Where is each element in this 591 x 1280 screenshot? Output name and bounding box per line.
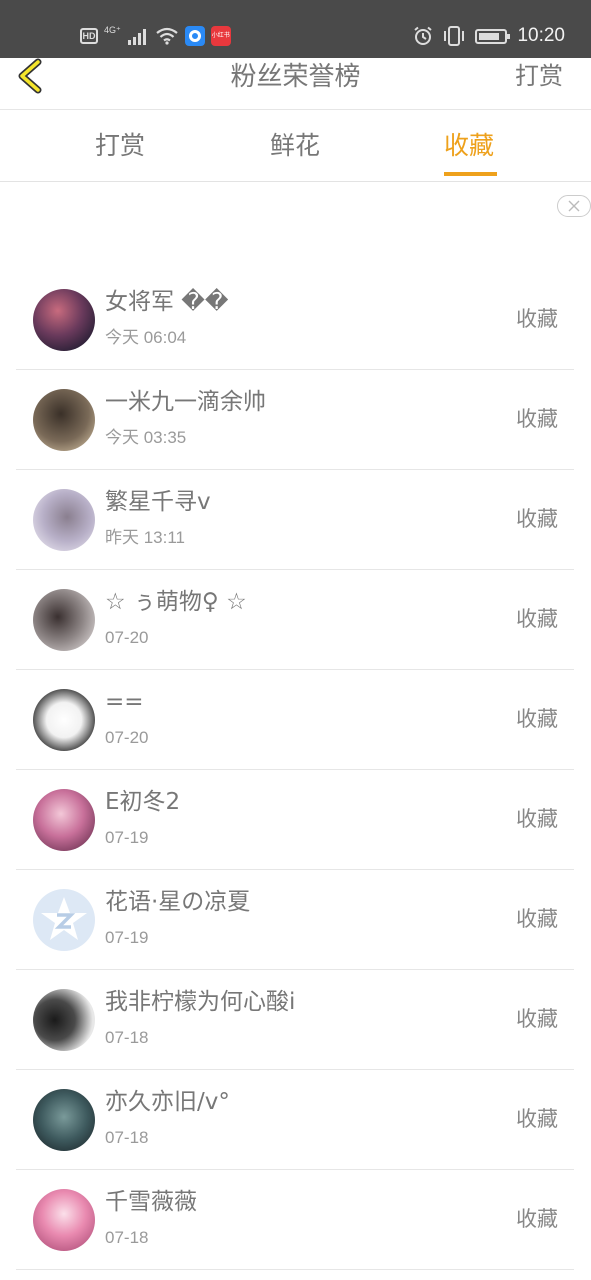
timestamp: 今天 06:04 — [105, 328, 187, 347]
status-bar-left: HD 4G⁺ 小红书 — [80, 22, 231, 50]
clock: 10:20 — [517, 25, 565, 46]
signal-icon — [127, 29, 146, 45]
list-item[interactable]: == 07-20 收藏 — [16, 670, 574, 770]
user-name: 繁星千寻v — [105, 489, 211, 515]
avatar[interactable] — [33, 989, 95, 1051]
alarm-icon — [414, 26, 433, 45]
list-item[interactable]: 一米九一滴余帅 今天 03:35 收藏 — [16, 370, 574, 470]
network-type: 4G⁺ — [104, 24, 121, 35]
avatar[interactable] — [33, 889, 95, 951]
action-label: 收藏 — [516, 1207, 558, 1231]
default-avatar-icon — [41, 897, 87, 940]
user-name: 千雪薇薇 — [105, 1189, 197, 1215]
tab-reward[interactable]: 打赏 — [95, 128, 145, 164]
close-ad-button[interactable] — [557, 195, 591, 217]
action-label: 收藏 — [516, 807, 558, 831]
user-name: E初冬2 — [105, 789, 181, 815]
avatar[interactable] — [33, 289, 95, 351]
action-label: 收藏 — [516, 907, 558, 931]
avatar[interactable] — [33, 1189, 95, 1251]
battery-icon — [475, 28, 511, 44]
wifi-icon — [156, 27, 178, 45]
list-item[interactable]: 我非柠檬为何心酸i 07-18 收藏 — [16, 970, 574, 1070]
list-item[interactable]: E初冬2 07-19 收藏 — [16, 770, 574, 870]
action-label: 收藏 — [516, 307, 558, 331]
xiaohongshu-icon: 小红书 — [210, 26, 231, 46]
timestamp: 今天 03:35 — [105, 428, 187, 447]
list-item[interactable]: 千雪薇薇 07-18 收藏 — [16, 1170, 574, 1270]
avatar[interactable] — [33, 789, 95, 851]
user-name: 亦久亦旧/v° — [105, 1089, 230, 1115]
hd-icon: HD — [80, 28, 98, 44]
timestamp: 07-20 — [105, 628, 149, 647]
timestamp: 07-18 — [105, 1028, 149, 1047]
user-name: == — [105, 689, 144, 715]
user-name: 我非柠檬为何心酸i — [105, 989, 296, 1015]
action-label: 收藏 — [516, 707, 558, 731]
timestamp: 07-19 — [105, 828, 149, 847]
active-tab-indicator — [444, 172, 497, 176]
tab-favorites[interactable]: 收藏 — [444, 128, 494, 164]
user-name: 花语·星の凉夏 — [105, 889, 251, 915]
app-notification-icon — [184, 26, 205, 46]
page-title: 粉丝荣誉榜 — [230, 62, 361, 92]
close-icon — [568, 200, 580, 212]
action-label: 收藏 — [516, 607, 558, 631]
timestamp: 07-20 — [105, 728, 149, 747]
avatar[interactable] — [33, 389, 95, 451]
avatar[interactable] — [33, 489, 95, 551]
app-header: 粉丝荣誉榜 打赏 — [0, 58, 591, 110]
status-bar-right: 10:20 — [413, 22, 565, 50]
avatar[interactable] — [33, 1089, 95, 1151]
list-item[interactable]: 花语·星の凉夏 07-19 收藏 — [16, 870, 574, 970]
timestamp: 07-18 — [105, 1228, 149, 1247]
user-name: 女将军 �� — [105, 289, 229, 315]
user-name: 一米九一滴余帅 — [105, 389, 266, 415]
action-label: 收藏 — [516, 1007, 558, 1031]
avatar[interactable] — [33, 589, 95, 651]
list-item[interactable]: 亦久亦旧/v° 07-18 收藏 — [16, 1070, 574, 1170]
action-label: 收藏 — [516, 1107, 558, 1131]
timestamp: 昨天 13:11 — [105, 528, 186, 547]
timestamp: 07-19 — [105, 928, 149, 947]
list-item[interactable]: 繁星千寻v 昨天 13:11 收藏 — [16, 470, 574, 570]
tab-flowers[interactable]: 鲜花 — [270, 128, 320, 164]
user-name: ☆ ぅ萌物♀ ☆ — [105, 589, 247, 615]
tab-bar: 打赏 鲜花 收藏 — [0, 110, 591, 182]
vibrate-icon — [444, 26, 465, 46]
list-item[interactable]: ☆ ぅ萌物♀ ☆ 07-20 收藏 — [16, 570, 574, 670]
reward-button[interactable]: 打赏 — [515, 58, 563, 94]
status-bar: HD 4G⁺ 小红书 10:20 — [0, 0, 591, 58]
fan-list: 女将军 �� 今天 06:04 收藏 一米九一滴余帅 今天 03:35 收藏 繁… — [16, 270, 574, 1270]
avatar[interactable] — [33, 689, 95, 751]
list-item[interactable]: 女将军 �� 今天 06:04 收藏 — [16, 270, 574, 370]
action-label: 收藏 — [516, 407, 558, 431]
action-label: 收藏 — [516, 507, 558, 531]
timestamp: 07-18 — [105, 1128, 149, 1147]
